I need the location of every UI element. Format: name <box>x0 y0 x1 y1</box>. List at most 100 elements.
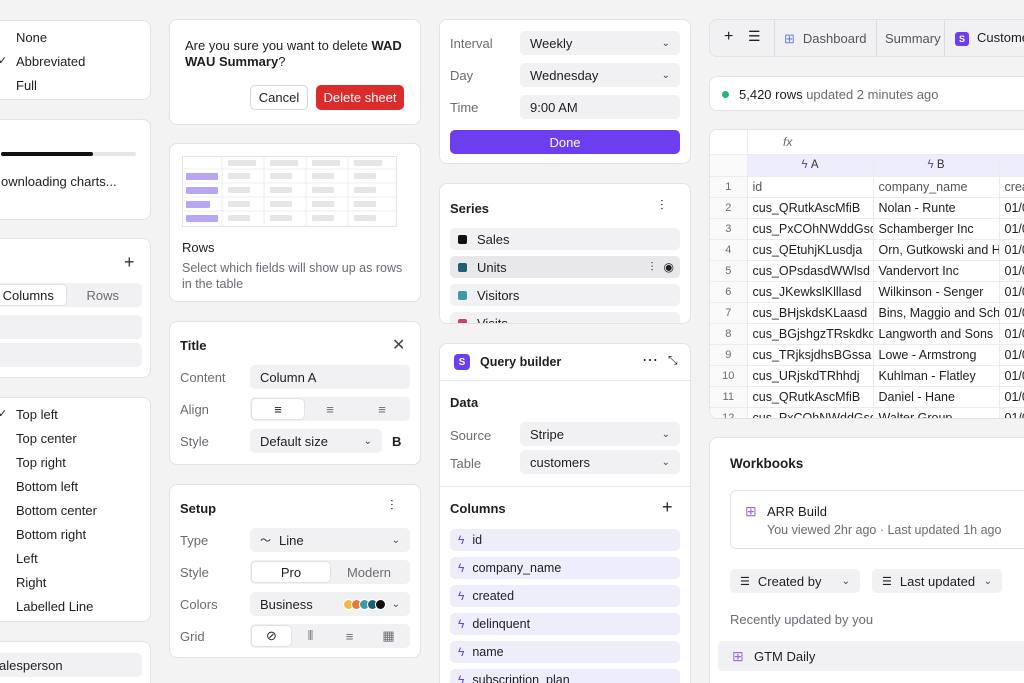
series-item[interactable]: Units ⫶ ◉ <box>450 256 680 278</box>
legend-option[interactable]: Bottom left <box>0 477 150 497</box>
colors-select[interactable]: Business ⌄ <box>250 592 410 616</box>
menu-item-none[interactable]: None <box>0 28 150 48</box>
query-column-item[interactable]: ϟ company_name <box>450 557 680 579</box>
table-cell[interactable]: Orn, Gutkowski and He <box>873 239 1000 261</box>
tab-dashboard[interactable]: ⊞ Dashboard <box>784 31 867 47</box>
title-style-select[interactable]: Default size ⌄ <box>250 429 382 453</box>
add-field-button[interactable]: + <box>124 252 135 273</box>
table-cell[interactable]: 01/0 <box>999 197 1024 219</box>
sliders-icon[interactable]: ⫶ <box>660 197 664 214</box>
table-cell[interactable]: 01/0 <box>999 407 1024 418</box>
table-cell[interactable]: company_name <box>873 176 1000 198</box>
table-cell[interactable]: crea <box>999 176 1024 198</box>
table-cell[interactable]: cus_BGjshgzTRskdkd <box>747 323 874 345</box>
done-button[interactable]: Done <box>450 130 680 154</box>
grid-horizontal-icon[interactable]: ≡ <box>330 626 369 646</box>
table-cell[interactable]: cus_QEtuhjKLusdja <box>747 239 874 261</box>
legend-option[interactable]: Bottom right <box>0 525 150 545</box>
last-updated-filter[interactable]: ☰ Last updated ⌄ <box>872 569 1002 593</box>
query-column-item[interactable]: ϟ delinquent <box>450 613 680 635</box>
content-input[interactable]: Column A <box>250 365 410 389</box>
table-cell[interactable]: cus_URjskdTRhhdj <box>747 365 874 387</box>
pivot-field-1[interactable] <box>0 315 142 339</box>
table-cell[interactable]: cus_QRutkAscMfiB <box>747 386 874 408</box>
table-cell[interactable]: cus_OPsdasdWWlsd <box>747 260 874 282</box>
legend-option[interactable]: Left <box>0 549 150 569</box>
style-pro-option[interactable]: Pro <box>252 562 330 582</box>
sheets-menu-icon[interactable]: ☰ <box>748 28 761 45</box>
pivot-field-2[interactable] <box>0 343 142 367</box>
source-select[interactable]: Stripe ⌄ <box>520 422 680 446</box>
table-cell[interactable]: Vandervort Inc <box>873 260 1000 282</box>
day-select[interactable]: Wednesday ⌄ <box>520 63 680 87</box>
legend-option[interactable]: Bottom center <box>0 501 150 521</box>
table-cell[interactable]: 01/0 <box>999 386 1024 408</box>
sliders-icon[interactable]: ⫶ <box>651 260 654 275</box>
table-cell[interactable]: 01/0 <box>999 281 1024 303</box>
close-icon[interactable]: ✕ <box>392 335 405 355</box>
grid-both-icon[interactable]: ▦ <box>369 626 408 646</box>
table-cell[interactable]: Nolan - Runte <box>873 197 1000 219</box>
menu-item-abbreviated[interactable]: ✓ Abbreviated <box>0 52 150 72</box>
workbook-card[interactable]: ⊞ ARR Build You viewed 2hr ago · Last up… <box>730 490 1024 549</box>
table-cell[interactable]: id <box>747 176 874 198</box>
legend-option[interactable]: Top center <box>0 429 150 449</box>
align-center-icon[interactable]: ≡ <box>304 399 356 419</box>
align-left-icon[interactable]: ≡ <box>252 399 304 419</box>
grid-off-icon[interactable]: ⊘ <box>252 626 291 646</box>
tab-customers[interactable]: S Custome <box>955 30 1024 46</box>
add-sheet-button[interactable]: + <box>724 28 733 46</box>
cancel-button[interactable]: Cancel <box>250 85 308 110</box>
column-header-b[interactable]: ϟ B <box>873 155 1000 177</box>
table-cell[interactable]: Langworth and Sons <box>873 323 1000 345</box>
bold-button[interactable]: B <box>392 434 401 449</box>
table-cell[interactable]: cus_PxCOhNWddGsd <box>747 407 874 418</box>
series-item[interactable]: Visitors <box>450 284 680 306</box>
legend-option[interactable]: Labelled Line <box>0 597 150 617</box>
legend-option[interactable]: Right <box>0 573 150 593</box>
table-select[interactable]: customers ⌄ <box>520 450 680 474</box>
salesperson-field[interactable]: alesperson <box>0 653 142 677</box>
query-column-item[interactable]: ϟ subscription_plan <box>450 669 680 683</box>
tab-summary[interactable]: Summary <box>885 31 941 46</box>
series-item[interactable]: Visits <box>450 312 680 323</box>
query-column-item[interactable]: ϟ name <box>450 641 680 663</box>
tab-columns[interactable]: Columns <box>0 285 66 305</box>
more-icon[interactable]: ⋯ <box>642 350 658 370</box>
legend-option[interactable]: ✓ Top left <box>0 405 150 425</box>
time-input[interactable]: 9:00 AM <box>520 95 680 119</box>
table-cell[interactable]: 01/0 <box>999 344 1024 366</box>
table-cell[interactable]: cus_PxCOhNWddGsd <box>747 218 874 240</box>
align-right-icon[interactable]: ≡ <box>356 399 408 419</box>
table-cell[interactable]: 01/0 <box>999 302 1024 324</box>
table-cell[interactable]: Daniel - Hane <box>873 386 1000 408</box>
delete-sheet-button[interactable]: Delete sheet <box>316 85 404 110</box>
eye-icon[interactable]: ◉ <box>664 260 674 274</box>
rows-option-card[interactable]: Rows Select which fields will show up as… <box>169 143 421 302</box>
created-by-filter[interactable]: ☰ Created by ⌄ <box>730 569 860 593</box>
table-cell[interactable]: 01/0 <box>999 260 1024 282</box>
table-cell[interactable]: 01/0 <box>999 218 1024 240</box>
table-cell[interactable]: Wilkinson - Senger <box>873 281 1000 303</box>
table-cell[interactable]: Lowe - Armstrong <box>873 344 1000 366</box>
chart-type-select[interactable]: 〜 Line ⌄ <box>250 528 410 552</box>
query-column-item[interactable]: ϟ id <box>450 529 680 551</box>
table-cell[interactable]: 01/0 <box>999 239 1024 261</box>
recent-workbook-row[interactable]: ⊞ GTM Daily <box>718 641 1024 671</box>
series-item[interactable]: Sales <box>450 228 680 250</box>
table-cell[interactable]: 01/0 <box>999 365 1024 387</box>
legend-option[interactable]: Top right <box>0 453 150 473</box>
sliders-icon[interactable]: ⫶ <box>390 497 394 514</box>
table-cell[interactable]: Schamberger Inc <box>873 218 1000 240</box>
column-header-c[interactable] <box>999 155 1024 177</box>
table-cell[interactable]: Walter Group <box>873 407 1000 418</box>
table-cell[interactable]: cus_QRutkAscMfiB <box>747 197 874 219</box>
table-cell[interactable]: Bins, Maggio and Schr <box>873 302 1000 324</box>
grid-vertical-icon[interactable]: ⦀ <box>291 626 330 646</box>
query-column-item[interactable]: ϟ created <box>450 585 680 607</box>
column-header-a[interactable]: ϟ A <box>747 155 874 177</box>
add-column-button[interactable]: + <box>662 497 673 518</box>
table-cell[interactable]: cus_JKewkslKlllasd <box>747 281 874 303</box>
table-cell[interactable]: cus_BHjskdsKLaasd <box>747 302 874 324</box>
interval-select[interactable]: Weekly ⌄ <box>520 31 680 55</box>
